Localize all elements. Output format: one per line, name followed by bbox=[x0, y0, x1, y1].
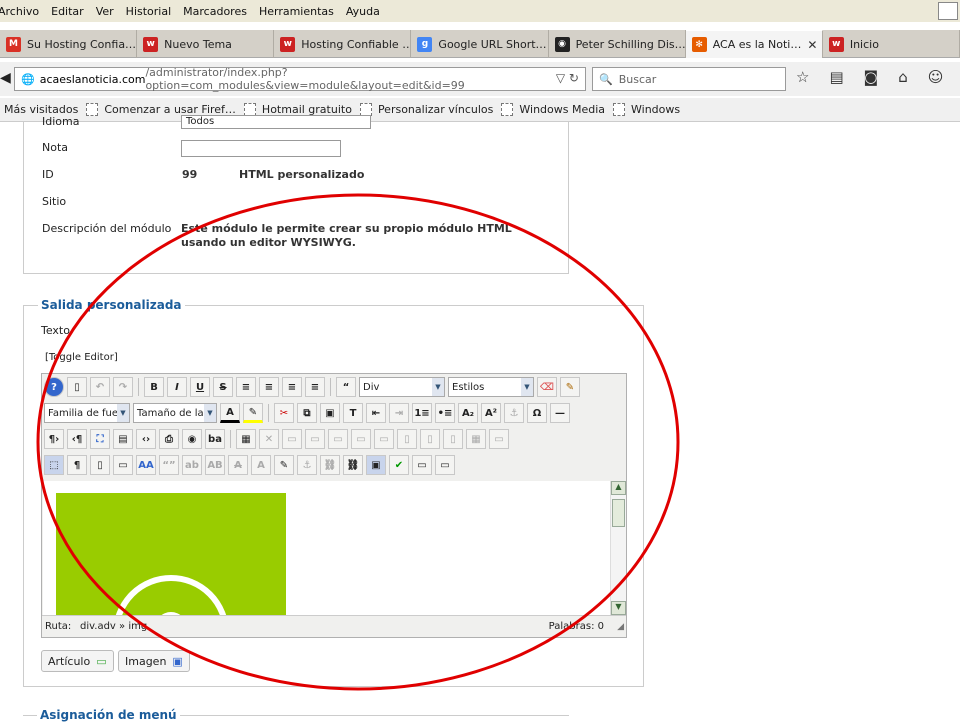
red-circle-annotation bbox=[36, 193, 680, 691]
